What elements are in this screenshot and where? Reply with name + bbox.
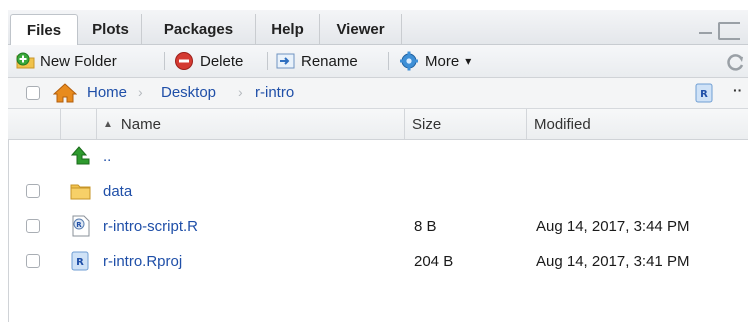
column-divider <box>96 109 97 139</box>
files-pane: Files Plots Packages Help Viewer New Fol… <box>8 10 748 322</box>
sort-ascending-icon: ▲ <box>103 118 113 130</box>
more-label: More <box>425 52 460 70</box>
column-header-size-label: Size <box>412 115 442 133</box>
tab-viewer-label: Viewer <box>336 20 385 38</box>
minimize-pane-icon[interactable] <box>699 32 712 34</box>
rename-icon <box>276 53 295 69</box>
rename-button[interactable]: Rename <box>276 45 358 77</box>
svg-text:R: R <box>700 89 708 100</box>
delete-icon <box>175 52 193 70</box>
toolbar-divider <box>388 52 389 70</box>
row-checkbox[interactable] <box>26 219 40 233</box>
svg-text:R: R <box>76 221 82 229</box>
tab-plots-label: Plots <box>92 20 129 38</box>
tab-viewer[interactable]: Viewer <box>320 14 402 44</box>
column-divider <box>526 109 527 139</box>
home-icon[interactable] <box>53 83 77 103</box>
breadcrumb-desktop[interactable]: Desktop <box>161 84 216 101</box>
file-name-link[interactable]: data <box>103 175 132 207</box>
tab-files[interactable]: Files <box>10 14 78 45</box>
tab-help[interactable]: Help <box>256 14 320 44</box>
toolbar-divider <box>164 52 165 70</box>
up-arrow-icon <box>71 146 90 165</box>
column-header-name-label: Name <box>120 115 161 133</box>
delete-button[interactable]: Delete <box>174 45 243 77</box>
table-row[interactable]: R r-intro-script.R 8 B Aug 14, 2017, 3:4… <box>8 210 748 242</box>
more-dropdown-caret-icon: ▾ <box>465 54 472 68</box>
tab-packages-label: Packages <box>163 20 234 38</box>
r-script-icon: R <box>72 215 90 237</box>
column-header-size[interactable]: Size <box>412 109 441 139</box>
breadcrumb-separator: › <box>138 84 143 100</box>
table-row[interactable]: .. <box>8 140 748 172</box>
breadcrumb-separator: › <box>238 84 243 100</box>
column-divider <box>404 109 405 139</box>
new-folder-icon <box>16 52 35 69</box>
tab-help-label: Help <box>271 20 304 38</box>
rename-label: Rename <box>301 52 358 70</box>
gear-icon <box>400 51 418 71</box>
breadcrumb-overflow-icon[interactable]: ·· <box>733 82 742 98</box>
maximize-pane-icon[interactable] <box>718 22 740 40</box>
file-name-link[interactable]: r-intro.Rproj <box>103 245 182 277</box>
table-header: ▲ Name Size Modified <box>8 109 748 140</box>
table-row[interactable]: R r-intro.Rproj 204 B Aug 14, 2017, 3:41… <box>8 245 748 277</box>
folder-icon <box>70 184 91 200</box>
column-divider <box>60 109 61 139</box>
new-folder-button[interactable]: New Folder <box>16 45 117 77</box>
more-button[interactable]: More ▾ <box>398 45 471 77</box>
files-toolbar: New Folder Delete Rename More ▾ <box>8 45 748 78</box>
breadcrumb-home[interactable]: Home <box>87 84 127 101</box>
column-header-modified-label: Modified <box>534 115 591 133</box>
column-header-modified[interactable]: Modified <box>534 109 591 139</box>
toolbar-divider <box>267 52 268 70</box>
file-modified: Aug 14, 2017, 3:44 PM <box>536 217 690 235</box>
rproj-icon: R <box>71 251 89 271</box>
file-name-link[interactable]: r-intro-script.R <box>103 210 198 242</box>
column-header-name[interactable]: ▲ Name <box>103 109 161 139</box>
rproj-go-to-project-icon[interactable]: R <box>695 83 713 103</box>
file-size: 204 B <box>414 252 454 270</box>
delete-label: Delete <box>200 52 244 70</box>
tab-files-label: Files <box>26 21 62 39</box>
refresh-icon[interactable] <box>726 53 746 71</box>
file-name-link[interactable]: .. <box>103 140 111 172</box>
row-checkbox[interactable] <box>26 184 40 198</box>
new-folder-label: New Folder <box>40 52 117 70</box>
tab-plots[interactable]: Plots <box>80 14 142 44</box>
row-checkbox[interactable] <box>26 254 40 268</box>
select-all-checkbox[interactable] <box>26 86 40 100</box>
file-size: 8 B <box>414 217 437 235</box>
table-row[interactable]: data <box>8 175 748 207</box>
tab-packages[interactable]: Packages <box>142 14 256 44</box>
file-modified: Aug 14, 2017, 3:41 PM <box>536 252 690 270</box>
breadcrumb-r-intro[interactable]: r-intro <box>255 84 294 101</box>
svg-text:R: R <box>76 257 84 268</box>
tab-bar: Files Plots Packages Help Viewer <box>8 10 748 45</box>
breadcrumb: Home › Desktop › r-intro R ·· <box>8 78 748 109</box>
